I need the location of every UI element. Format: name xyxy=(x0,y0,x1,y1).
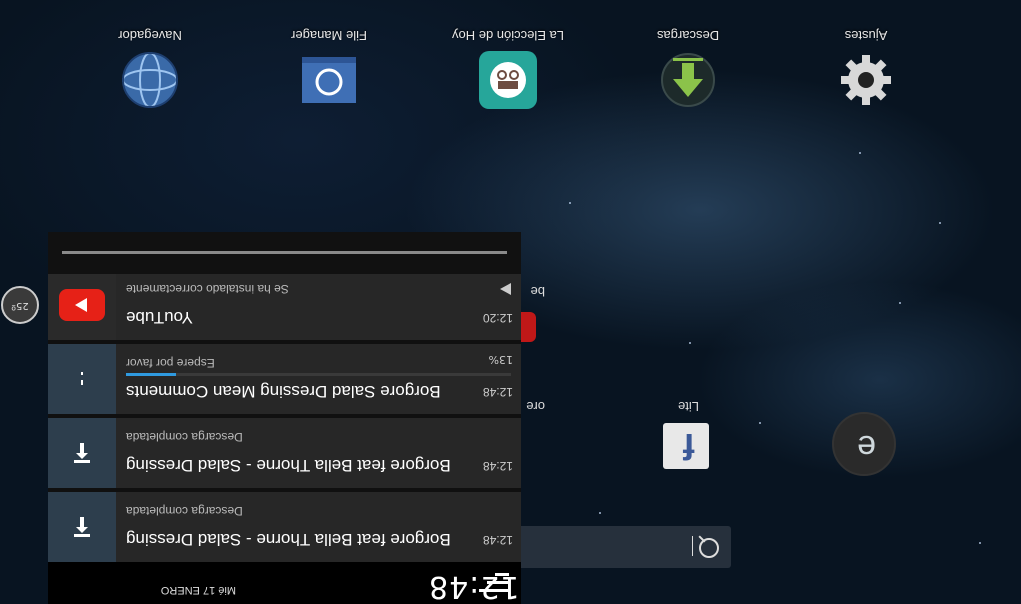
incognito-icon xyxy=(479,51,537,109)
download-progress-bar xyxy=(126,373,511,376)
notification-title: Borgore feat Bella Thorne - Salad Dressi… xyxy=(126,456,451,475)
app-label: Descargas xyxy=(656,28,720,43)
app-descargas[interactable]: Descargas xyxy=(628,28,748,109)
app-label: La Elección de Hoy xyxy=(452,28,565,43)
download-progress-fill xyxy=(126,373,177,376)
notification-time: 12:20 xyxy=(482,311,513,325)
notification-item-downloading[interactable]: 12:48 Borgore Salad Dressing Mean Commen… xyxy=(48,344,521,414)
star xyxy=(569,202,571,204)
notification-panel: Mié 17 ENERO 12:48 12:48 Borgore feat Be… xyxy=(48,232,521,604)
notification-item[interactable]: 12:48 Borgore feat Bella Thorne - Salad … xyxy=(48,492,521,562)
notification-item[interactable]: 12:48 Borgore feat Bella Thorne - Salad … xyxy=(48,418,521,488)
notification-title: YouTube xyxy=(126,308,193,327)
youtube-icon xyxy=(48,270,116,340)
search-cursor xyxy=(692,536,693,556)
rotated-screen: Lite ore be Ajustes xyxy=(0,0,1021,604)
star xyxy=(859,152,861,154)
app-label: Navegador xyxy=(118,28,182,43)
folder-icon xyxy=(300,51,358,109)
app-label: File Manager xyxy=(291,28,367,43)
floating-bubble[interactable]: 25º xyxy=(1,286,39,324)
search-icon xyxy=(699,538,719,558)
star xyxy=(979,542,981,544)
download-icon xyxy=(659,51,717,109)
star xyxy=(939,222,941,224)
notification-subtitle: Descarga completada xyxy=(126,430,243,444)
play-store-icon xyxy=(500,283,511,295)
panel-drag-handle[interactable] xyxy=(62,251,507,254)
download-percent: 13% xyxy=(488,353,513,366)
date-label: Mié 17 ENERO xyxy=(160,584,236,596)
notification-subtitle: Descarga completada xyxy=(126,504,243,518)
notification-title: Borgore Salad Dressing Mean Comments xyxy=(126,382,441,401)
star xyxy=(689,342,691,344)
clock: 12:48 xyxy=(428,569,520,604)
star xyxy=(899,302,901,304)
downloading-icon xyxy=(48,344,116,414)
notification-subtitle: Espere por favor xyxy=(126,356,215,370)
facebook-lite-icon[interactable] xyxy=(663,423,709,469)
notification-title: Borgore feat Bella Thorne - Salad Dressi… xyxy=(126,530,451,549)
star xyxy=(599,512,601,514)
globe-icon xyxy=(121,51,179,109)
lite-label: Lite xyxy=(678,399,699,414)
app-file-manager[interactable]: File Manager xyxy=(269,28,389,109)
download-complete-icon xyxy=(48,492,116,562)
app-round-icon[interactable] xyxy=(832,412,896,476)
app-label: Ajustes xyxy=(844,28,888,43)
notification-item[interactable]: 12:20 YouTube Se ha instalado correctame… xyxy=(48,270,521,340)
panel-drag-handle-row[interactable] xyxy=(48,232,521,274)
notification-subtitle: Se ha instalado correctamente xyxy=(126,282,289,296)
app-navegador[interactable]: Navegador xyxy=(90,28,210,109)
notification-time: 12:48 xyxy=(482,459,513,473)
download-complete-icon xyxy=(48,418,116,488)
youtube-partial-label: be xyxy=(530,284,545,299)
star xyxy=(759,422,761,424)
app-ajustes[interactable]: Ajustes xyxy=(806,28,926,109)
gear-icon xyxy=(837,51,895,109)
app-la-eleccion-de-hoy[interactable]: La Elección de Hoy xyxy=(448,28,568,109)
notification-time: 12:48 xyxy=(482,385,513,399)
home-search-bar[interactable] xyxy=(511,526,731,568)
notification-time: 12:48 xyxy=(482,533,513,547)
notification-header: Mié 17 ENERO 12:48 xyxy=(48,562,521,604)
store-partial-label: ore xyxy=(526,399,545,414)
